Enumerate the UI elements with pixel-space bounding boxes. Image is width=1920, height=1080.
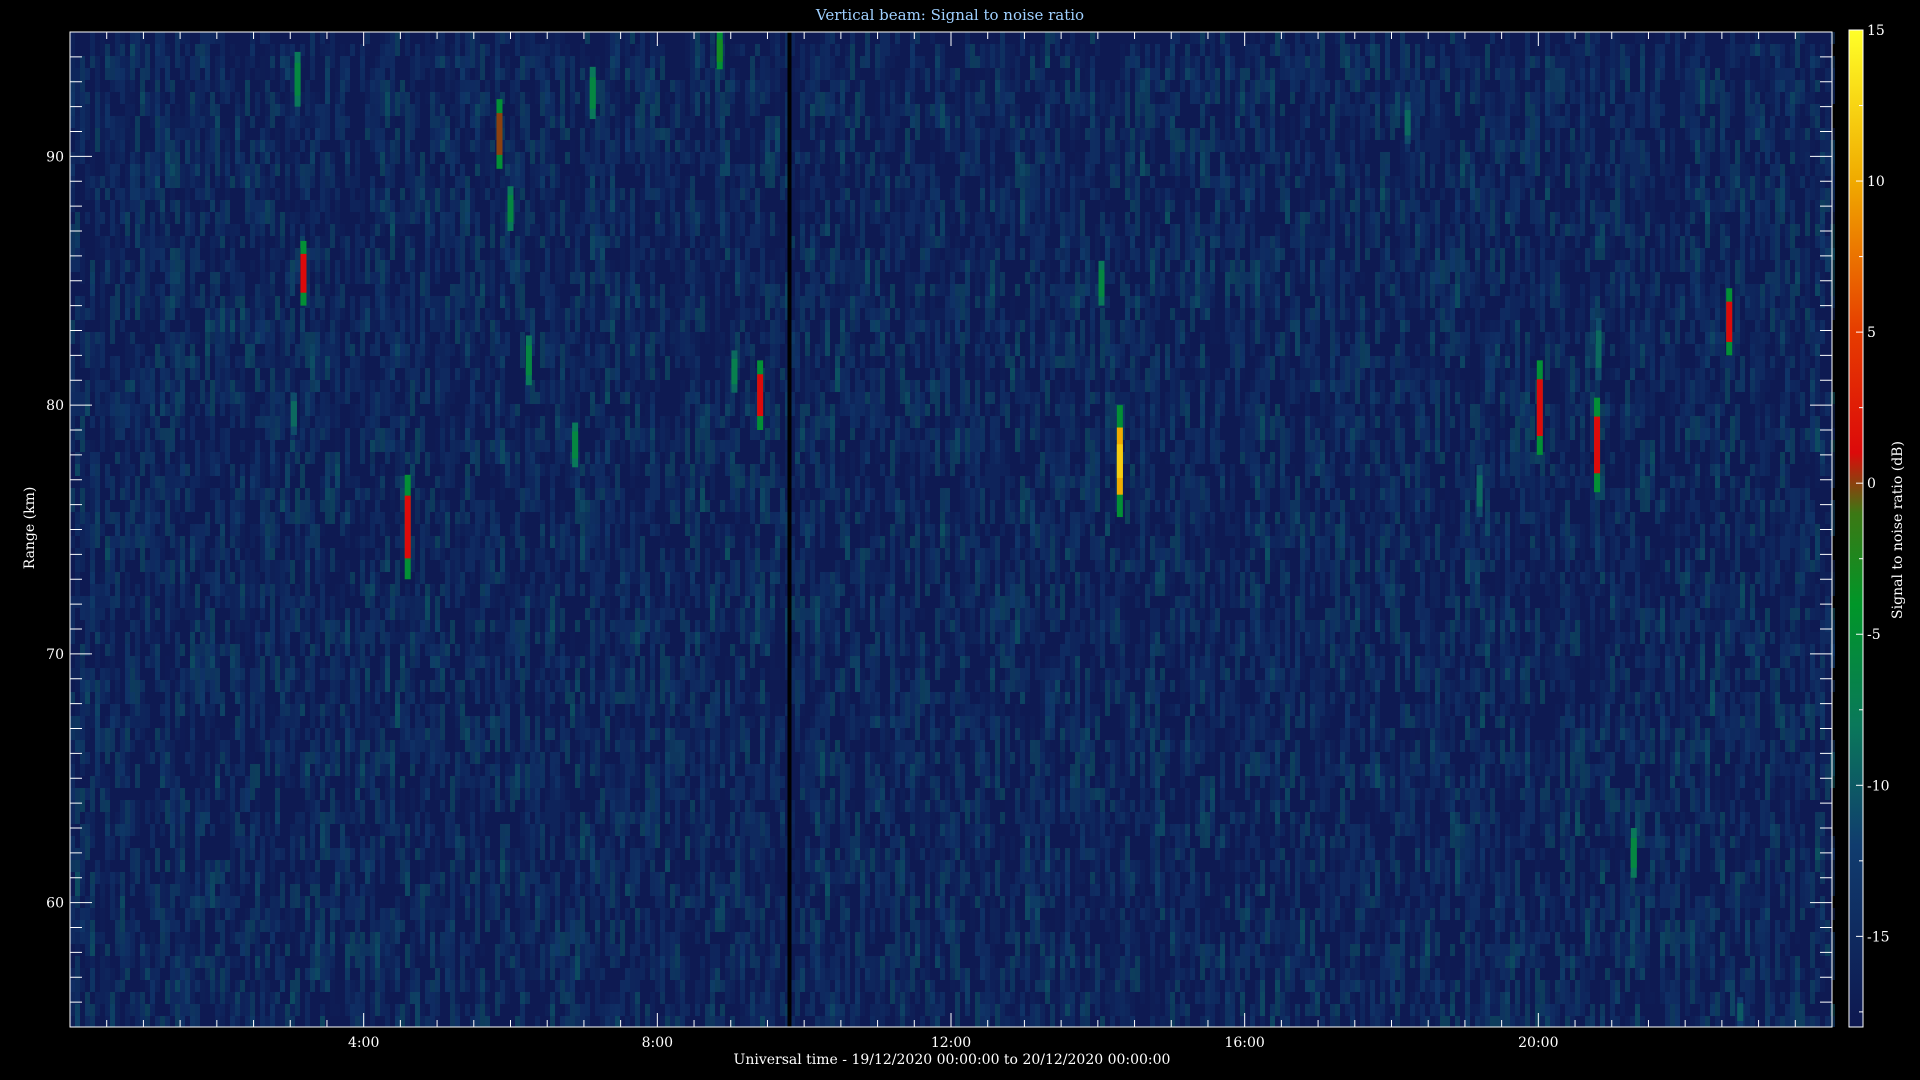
echo-trace [1631, 828, 1637, 878]
data-gap-line [787, 32, 791, 1027]
echo-trace [590, 67, 596, 119]
x-tick-label: 16:00 [1224, 1035, 1264, 1051]
y-tick-label: 70 [46, 647, 64, 663]
echo-trace [405, 475, 411, 579]
echo-trace [508, 186, 514, 231]
colorbar-tick-label: -15 [1867, 929, 1890, 945]
echo-trace [526, 335, 532, 385]
colorbar-scale [1849, 30, 1863, 1027]
echo-trace [731, 350, 737, 392]
colorbar-tick-label: 15 [1867, 23, 1885, 39]
x-axis-label: Universal time - 19/12/2020 00:00:00 to … [734, 1052, 1171, 1068]
echo-trace [1737, 997, 1743, 1027]
snr-heatmap-chart: 4:00 8:00 12:00 16:00 20:00 60 70 80 90 15 10 5 0 -5… [0, 0, 1920, 1080]
y-axis-label: Range (km) [22, 487, 38, 570]
x-tick-label: 8:00 [642, 1035, 673, 1051]
x-tick-label: 20:00 [1518, 1035, 1558, 1051]
echo-trace [1726, 288, 1732, 355]
colorbar-label: Signal to noise ratio (dB) [1890, 441, 1906, 619]
echo-trace [300, 241, 306, 306]
y-tick-label: 80 [46, 398, 64, 414]
colorbar-tick-label: -5 [1867, 627, 1881, 643]
echo-trace [295, 52, 301, 107]
echo-trace [717, 32, 723, 69]
echo-trace [1594, 398, 1600, 493]
colorbar-tick-label: 0 [1867, 476, 1876, 492]
echo-trace [1596, 318, 1602, 380]
colorbar-tick-label: 10 [1867, 174, 1885, 190]
y-tick-label: 90 [46, 149, 64, 165]
colorbar-tick-label: 5 [1867, 325, 1876, 341]
echo-trace [1117, 405, 1123, 517]
echo-trace [1405, 102, 1411, 144]
data-gap [787, 32, 791, 1027]
colorbar-tick-label: -10 [1867, 778, 1890, 794]
x-tick-label: 4:00 [348, 1035, 379, 1051]
echo-trace [291, 393, 297, 435]
echo-trace [1537, 360, 1543, 455]
echo-trace [1477, 465, 1483, 517]
heatmap-background-noise [70, 32, 1835, 1027]
colorbar: 15 10 5 0 -5 -10 -15 [1849, 23, 1890, 1027]
x-tick-label: 12:00 [931, 1035, 971, 1051]
echo-trace [1099, 261, 1105, 306]
echo-trace [757, 360, 763, 430]
echo-trace [496, 99, 502, 169]
y-tick-label: 60 [46, 896, 64, 912]
echo-trace [572, 423, 578, 468]
